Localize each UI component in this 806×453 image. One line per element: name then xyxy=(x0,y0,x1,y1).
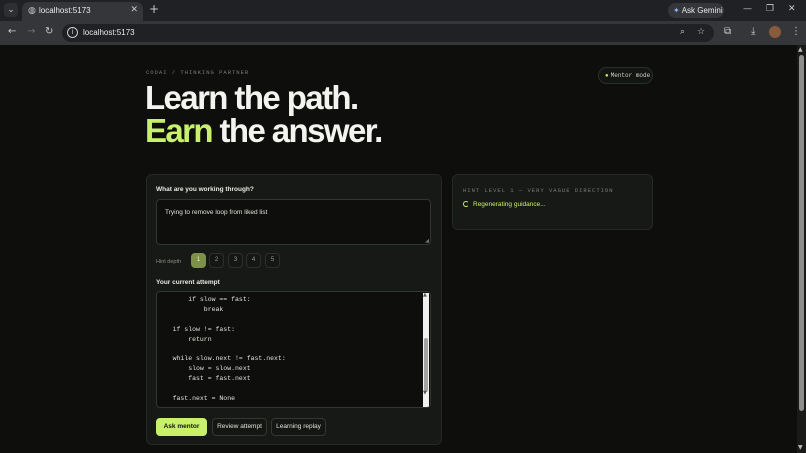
address-bar[interactable]: i localhost:5173 ⌕ ☆ xyxy=(62,24,714,42)
review-attempt-button[interactable]: Review attempt xyxy=(212,418,267,436)
problem-label: What are you working through? xyxy=(156,186,254,193)
download-icon[interactable]: ⤓ xyxy=(751,26,755,37)
tab-list-icon[interactable]: ⌄ xyxy=(4,3,18,17)
mentor-mode-pill[interactable]: ● Mentor mode xyxy=(598,67,653,84)
browser-tab[interactable]: ◍ localhost:5173 ✕ xyxy=(22,2,143,21)
address-url: localhost:5173 xyxy=(83,28,135,37)
gemini-icon: ✦ xyxy=(673,6,680,15)
page-scroll-up-icon[interactable]: ▲ xyxy=(798,46,803,53)
window-close-icon[interactable]: ✕ xyxy=(788,4,796,14)
browser-tab-bar: ⌄ ◍ localhost:5173 ✕ + ✦ Ask Gemini — ❐ ✕ xyxy=(0,0,806,21)
hint-depth-2-button[interactable]: 2 xyxy=(209,253,224,268)
scroll-up-icon[interactable]: ▲ xyxy=(423,292,427,298)
bookmark-star-icon[interactable]: ☆ xyxy=(697,27,705,37)
mentor-input-card: What are you working through? Trying to … xyxy=(146,174,442,445)
page: CODAI / THINKING PARTNER ● Mentor mode Le… xyxy=(0,45,797,453)
code-line: slow = slow.next xyxy=(157,365,251,372)
site-info-icon[interactable]: i xyxy=(67,27,78,38)
page-title: Learn the path. Earn the answer. xyxy=(145,79,384,149)
ask-gemini-button[interactable]: ✦ Ask Gemini xyxy=(668,3,724,18)
code-line: return xyxy=(157,336,212,343)
back-icon[interactable]: ← xyxy=(8,26,16,37)
minimize-icon[interactable]: — xyxy=(743,4,752,14)
mentor-mode-label: Mentor mode xyxy=(610,72,651,79)
scroll-down-icon[interactable]: ▼ xyxy=(423,390,427,396)
hint-depth-1-button[interactable]: 1 xyxy=(191,253,206,268)
problem-text: Trying to remove loop from liked list xyxy=(165,209,268,216)
attempt-label: Your current attempt xyxy=(156,279,220,286)
code-scrollbar-thumb[interactable] xyxy=(424,338,428,392)
learning-replay-button[interactable]: Learning replay xyxy=(271,418,326,436)
page-scrollbar-thumb[interactable] xyxy=(799,55,804,411)
code-line: while slow.next != fast.next: xyxy=(157,355,286,362)
headline-line-1: Learn the path. xyxy=(145,79,359,116)
reload-icon[interactable]: ↻ xyxy=(45,26,53,37)
restore-icon[interactable]: ❐ xyxy=(766,4,774,14)
code-line: if slow == fast: xyxy=(157,296,251,303)
resize-grip-icon[interactable]: ◢ xyxy=(425,238,429,244)
menu-kebab-icon[interactable]: ⋮ xyxy=(791,26,801,37)
attempt-code-editor[interactable]: if slow == fast: break if slow != fast: … xyxy=(156,291,431,408)
extensions-icon[interactable]: ⧉ xyxy=(724,26,731,37)
hint-depth-label: Hint depth xyxy=(156,259,182,265)
problem-textarea[interactable]: Trying to remove loop from liked list ◢ xyxy=(156,199,431,245)
page-scrollbar[interactable]: ▲ ▼ xyxy=(797,45,806,453)
tab-title: localhost:5173 xyxy=(39,6,91,15)
eyebrow-label: CODAI / THINKING PARTNER xyxy=(146,69,250,76)
headline-line-2: Earn the answer. xyxy=(145,112,384,149)
code-line: fast = fast.next xyxy=(157,375,251,382)
status-dot-icon: ● xyxy=(605,72,609,79)
close-tab-icon[interactable]: ✕ xyxy=(130,5,138,15)
new-tab-icon[interactable]: + xyxy=(149,2,159,16)
headline-rest: the answer. xyxy=(211,112,384,149)
hint-depth-5-button[interactable]: 5 xyxy=(265,253,280,268)
code-line: break xyxy=(157,306,224,313)
loading-spinner-icon xyxy=(463,201,469,207)
headline-accent: Earn xyxy=(145,112,214,149)
code-scrollbar[interactable]: ▲ ▼ xyxy=(423,292,429,407)
hint-level-label: HINT LEVEL 1 — VERY VAGUE DIRECTION xyxy=(463,187,614,194)
ask-mentor-button[interactable]: Ask mentor xyxy=(156,418,207,436)
hint-depth-3-button[interactable]: 3 xyxy=(228,253,243,268)
guidance-status-text: Regenerating guidance... xyxy=(473,201,546,208)
page-scroll-down-icon[interactable]: ▼ xyxy=(798,444,803,451)
ask-gemini-label: Ask Gemini xyxy=(681,6,723,15)
code-line: if slow != fast: xyxy=(157,326,236,333)
profile-avatar[interactable] xyxy=(769,26,781,38)
globe-icon: ◍ xyxy=(28,6,36,16)
guidance-status: Regenerating guidance... xyxy=(463,201,546,208)
guidance-card: HINT LEVEL 1 — VERY VAGUE DIRECTION Rege… xyxy=(452,174,653,230)
code-line: fast.next = None xyxy=(157,395,236,402)
forward-icon[interactable]: → xyxy=(27,26,35,37)
hint-depth-4-button[interactable]: 4 xyxy=(246,253,261,268)
browser-toolbar: ← → ↻ i localhost:5173 ⌕ ☆ ⧉ ⤓ ⋮ xyxy=(0,21,806,45)
zoom-icon[interactable]: ⌕ xyxy=(680,27,685,37)
